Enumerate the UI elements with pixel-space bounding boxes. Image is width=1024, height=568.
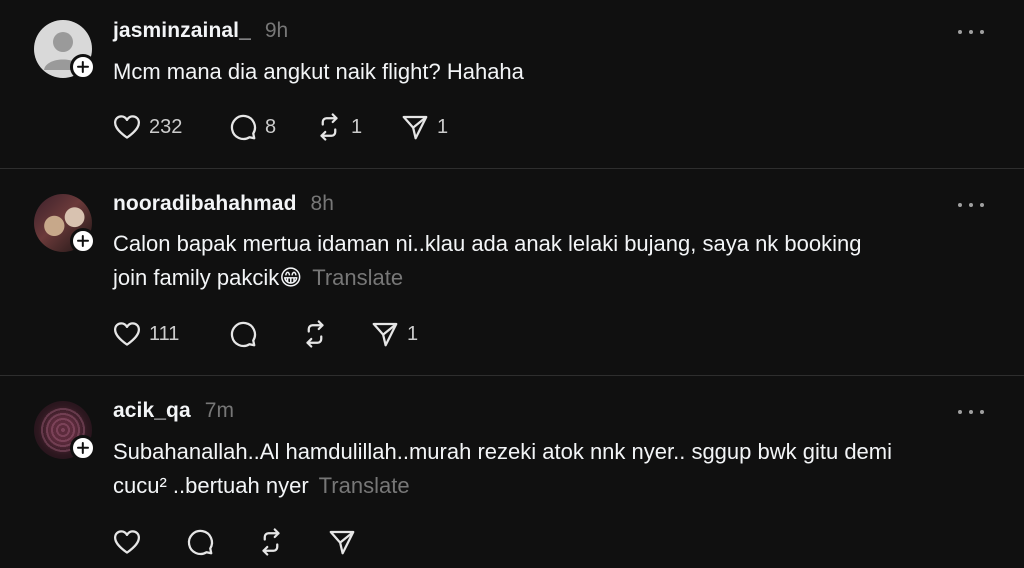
reply-count: 8 bbox=[265, 115, 277, 138]
more-dots-icon[interactable] bbox=[958, 407, 984, 417]
send-icon bbox=[402, 115, 428, 140]
timestamp: 8h bbox=[310, 192, 334, 215]
share-button[interactable]: 1 bbox=[400, 112, 448, 142]
avatar[interactable] bbox=[34, 20, 96, 80]
comment-header: jasminzainal_ 9h bbox=[113, 19, 288, 43]
repost-icon bbox=[262, 528, 280, 556]
comment-bubble-icon bbox=[230, 114, 257, 141]
comment-text-continuation: cucu² ..bertuah nyer bbox=[113, 473, 309, 498]
like-button[interactable]: 232 bbox=[112, 112, 182, 142]
like-button[interactable]: 111 bbox=[112, 319, 179, 349]
follow-plus-icon[interactable] bbox=[70, 228, 96, 254]
more-dots-icon[interactable] bbox=[958, 27, 984, 37]
comment-header: nooradibahahmad 8h bbox=[113, 192, 334, 216]
comment-text: Calon bapak mertua idaman ni..klau ada a… bbox=[113, 227, 1003, 295]
repost-button[interactable] bbox=[256, 527, 293, 557]
reply-button[interactable] bbox=[228, 319, 265, 349]
comment-text-line: Mcm mana dia angkut naik flight? Hahaha bbox=[113, 59, 524, 84]
comment-feed: jasminzainal_ 9h Mcm mana dia angkut nai… bbox=[0, 0, 1024, 568]
comment-text-line2: cucu² ..bertuah nyer Translate bbox=[113, 469, 1003, 503]
comment-text-line: Subahanallah..Al hamdulillah..murah reze… bbox=[113, 439, 893, 464]
comment-item: jasminzainal_ 9h Mcm mana dia angkut nai… bbox=[0, 0, 1024, 168]
avatar[interactable] bbox=[34, 401, 96, 461]
reply-button[interactable]: 8 bbox=[228, 112, 276, 142]
repost-button[interactable] bbox=[300, 319, 337, 349]
share-button[interactable]: 1 bbox=[370, 319, 418, 349]
follow-plus-icon[interactable] bbox=[70, 435, 96, 461]
follow-plus-icon[interactable] bbox=[70, 54, 96, 80]
comment-text: Subahanallah..Al hamdulillah..murah reze… bbox=[113, 435, 1003, 503]
username[interactable]: acik_qa bbox=[113, 399, 191, 423]
comment-bubble-icon bbox=[230, 321, 257, 348]
timestamp: 9h bbox=[264, 19, 289, 42]
share-button[interactable] bbox=[327, 527, 364, 557]
send-icon bbox=[329, 530, 355, 555]
repost-icon bbox=[306, 320, 324, 348]
repost-button[interactable]: 1 bbox=[314, 112, 362, 142]
repost-count: 1 bbox=[351, 115, 363, 138]
username[interactable]: nooradibahahmad bbox=[113, 192, 297, 216]
reply-button[interactable] bbox=[185, 527, 222, 557]
share-count: 1 bbox=[407, 322, 419, 345]
share-count: 1 bbox=[437, 115, 449, 138]
heart-icon bbox=[114, 530, 140, 554]
translate-link[interactable]: Translate bbox=[319, 473, 410, 498]
send-icon bbox=[372, 322, 398, 347]
repost-icon bbox=[320, 113, 338, 141]
username[interactable]: jasminzainal_ bbox=[113, 19, 251, 43]
comment-text-line2: join family pakcik😁 Translate bbox=[113, 261, 1003, 295]
more-dots-icon[interactable] bbox=[958, 200, 984, 210]
comment-text-line: Calon bapak mertua idaman ni..klau ada a… bbox=[113, 231, 862, 256]
like-count: 232 bbox=[149, 115, 183, 138]
heart-icon bbox=[114, 322, 140, 346]
comment-item: acik_qa 7m Subahanallah..Al hamdulillah.… bbox=[0, 376, 1024, 568]
translate-link[interactable]: Translate bbox=[312, 265, 403, 290]
like-count: 111 bbox=[149, 322, 180, 345]
comment-item: nooradibahahmad 8h Calon bapak mertua id… bbox=[0, 169, 1024, 375]
avatar[interactable] bbox=[34, 194, 96, 254]
comment-text: Mcm mana dia angkut naik flight? Hahaha bbox=[113, 55, 1003, 89]
heart-icon bbox=[114, 115, 140, 139]
comment-bubble-icon bbox=[187, 529, 214, 556]
timestamp: 7m bbox=[204, 399, 234, 422]
like-button[interactable] bbox=[112, 527, 149, 557]
comment-text-continuation: join family pakcik😁 bbox=[113, 265, 303, 290]
comment-header: acik_qa 7m bbox=[113, 399, 234, 423]
